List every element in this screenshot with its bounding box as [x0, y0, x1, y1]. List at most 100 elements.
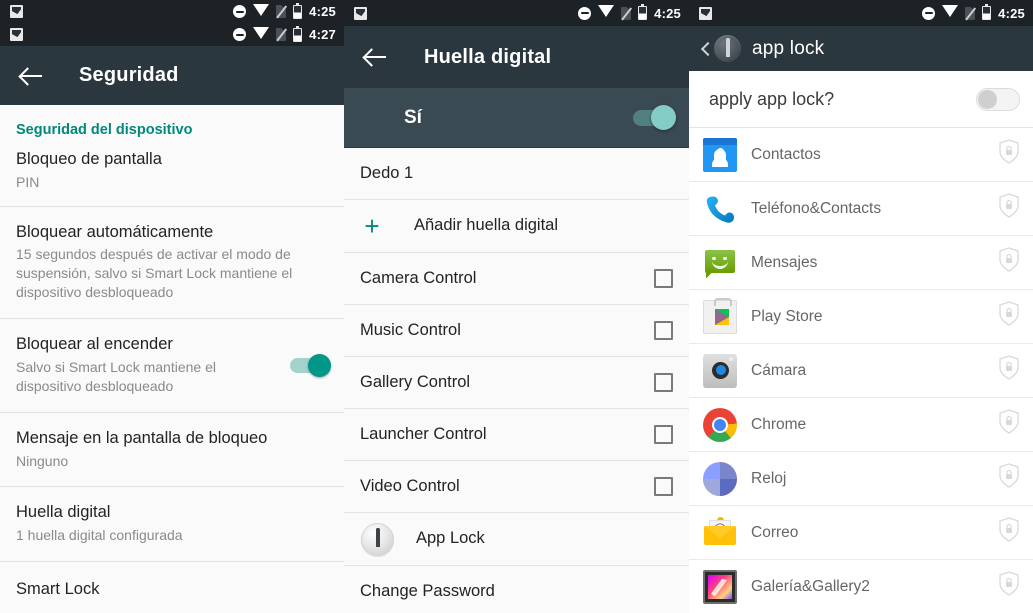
page-title: Seguridad: [79, 64, 179, 86]
checkbox-gallery-control[interactable]: [654, 373, 673, 392]
list-item-title: Gallery Control: [360, 372, 471, 391]
app-name: Teléfono&Contacts: [751, 199, 882, 217]
screenshot-icon: [10, 5, 23, 18]
shield-lock-icon[interactable]: [998, 247, 1020, 278]
list-item-subtitle: Ninguno: [16, 452, 69, 469]
list-item-reloj[interactable]: Reloj: [689, 452, 1033, 506]
shield-lock-icon[interactable]: [998, 355, 1020, 386]
multi-panel-screenshot: 4:25 4:27 Seguridad Seguridad del dispos…: [0, 0, 1033, 613]
app-name: Reloj: [751, 469, 787, 487]
list-item-title: Smart Lock: [16, 580, 100, 599]
shield-lock-icon[interactable]: [998, 409, 1020, 440]
checkbox-music-control[interactable]: [654, 321, 673, 340]
app-name: Correo: [751, 523, 799, 541]
list-item-mensaje-pantalla-bloqueo[interactable]: Mensaje en la pantalla de bloqueo Ningun…: [0, 412, 344, 487]
checkbox-video-control[interactable]: [654, 477, 673, 496]
list-item-title: Camera Control: [360, 268, 477, 287]
app-name: Chrome: [751, 415, 807, 433]
play-store-icon: [703, 297, 737, 334]
status-bar-right-icons-2: 4:27: [233, 25, 336, 44]
chevron-back-icon[interactable]: [698, 39, 712, 59]
screenshot-icon: [10, 28, 23, 41]
panel-seguridad: 4:25 4:27 Seguridad Seguridad del dispos…: [0, 0, 344, 613]
shield-lock-icon[interactable]: [998, 463, 1020, 494]
battery-icon: [638, 4, 648, 20]
page-title: Huella digital: [424, 45, 552, 68]
app-bar-huella-digital: Huella digital: [344, 26, 689, 88]
status-bar-left-icons: [699, 6, 712, 20]
fingerprint-enabled-row[interactable]: Sí: [344, 88, 689, 148]
list-item-mensajes[interactable]: Mensajes: [689, 236, 1033, 290]
status-bar-time-2: 4:27: [309, 27, 336, 42]
app-name: Mensajes: [751, 253, 818, 271]
list-item-anadir-huella-digital[interactable]: + Añadir huella digital: [344, 200, 689, 253]
status-bar-right-icons: 4:25: [233, 2, 336, 21]
status-bar-left-icons: [354, 6, 367, 20]
list-item-smart-lock[interactable]: Smart Lock: [0, 562, 344, 613]
status-bar-left-icons-2: [10, 28, 23, 41]
list-item-video-control[interactable]: Video Control: [344, 461, 689, 513]
list-item-subtitle: PIN: [16, 173, 40, 190]
battery-icon: [293, 25, 303, 42]
shield-lock-icon[interactable]: [998, 517, 1020, 548]
apply-app-lock-row[interactable]: apply app lock?: [689, 71, 1033, 128]
list-item-correo[interactable]: @ Correo: [689, 506, 1033, 560]
status-bar-row-1: 4:25: [0, 0, 344, 23]
shield-lock-icon[interactable]: [998, 193, 1020, 224]
list-item-launcher-control[interactable]: Launcher Control: [344, 409, 689, 461]
toggle-apply-app-lock[interactable]: [976, 87, 1020, 111]
list-item-dedo-1[interactable]: Dedo 1: [344, 148, 689, 200]
status-bar-row-2: 4:27: [0, 23, 344, 46]
lock-badge-icon: [714, 35, 741, 62]
back-arrow-icon[interactable]: [359, 40, 393, 74]
list-item-bloquear-al-encender[interactable]: Bloquear al encender Salvo si Smart Lock…: [0, 319, 344, 412]
status-bar: 4:25: [344, 0, 689, 26]
list-item-telefono-contacts[interactable]: Teléfono&Contacts: [689, 182, 1033, 236]
list-item-change-password[interactable]: Change Password: [344, 566, 689, 613]
dnd-icon: [233, 28, 247, 41]
wifi-icon: [253, 3, 270, 21]
list-item-music-control[interactable]: Music Control: [344, 305, 689, 357]
sim-crossed-icon: [621, 6, 632, 20]
sim-crossed-icon: [276, 5, 287, 18]
chrome-icon: [703, 407, 737, 442]
shield-lock-icon[interactable]: [998, 301, 1020, 332]
back-arrow-icon[interactable]: [15, 59, 49, 93]
fingerprint-list: Dedo 1 + Añadir huella digital Camera Co…: [344, 148, 689, 613]
fingerprint-enabled-label: Sí: [404, 106, 422, 128]
list-item-title: Bloquear al encender: [16, 335, 173, 354]
dnd-icon: [578, 6, 592, 20]
list-item-subtitle: 1 huella digital configurada: [16, 527, 183, 544]
list-item-bloquear-automaticamente[interactable]: Bloquear automáticamente 15 segundos des…: [0, 206, 344, 319]
list-item-gallery-control[interactable]: Gallery Control: [344, 357, 689, 409]
screenshot-icon: [699, 6, 712, 20]
status-bar-right-icons: 4:25: [922, 4, 1025, 22]
app-bar-seguridad: Seguridad: [0, 46, 344, 105]
shield-lock-icon[interactable]: [998, 571, 1020, 602]
list-item-play-store[interactable]: Play Store: [689, 290, 1033, 344]
toggle-bloquear-al-encender[interactable]: [290, 353, 331, 377]
messages-icon: [703, 246, 737, 280]
list-item-subtitle: Salvo si Smart Lock mantiene el disposit…: [16, 358, 216, 394]
list-item-contactos[interactable]: Contactos: [689, 128, 1033, 182]
list-item-huella-digital[interactable]: Huella digital 1 huella digital configur…: [0, 487, 344, 562]
list-item-app-lock[interactable]: App Lock: [344, 513, 689, 566]
list-item-camara[interactable]: Cámara: [689, 344, 1033, 398]
shield-lock-icon[interactable]: [998, 139, 1020, 170]
checkbox-launcher-control[interactable]: [654, 425, 673, 444]
wifi-icon: [942, 4, 959, 22]
phone-icon: [703, 192, 737, 226]
status-bar-time: 4:25: [998, 5, 1025, 21]
panel-app-lock: 4:25 app lock apply app lock? Contactos: [689, 0, 1033, 613]
list-item-title: Mensaje en la pantalla de bloqueo: [16, 428, 268, 447]
list-item-chrome[interactable]: Chrome: [689, 398, 1033, 452]
app-name: Contactos: [751, 145, 821, 163]
toggle-fingerprint-enabled[interactable]: [633, 104, 676, 130]
wifi-icon: [253, 26, 270, 44]
status-bar: 4:25: [689, 0, 1033, 26]
battery-icon: [982, 4, 992, 20]
list-item-bloqueo-de-pantalla[interactable]: Bloqueo de pantalla PIN: [0, 138, 344, 206]
list-item-galeria-gallery2[interactable]: Galería&Gallery2: [689, 560, 1033, 613]
checkbox-camera-control[interactable]: [654, 269, 673, 288]
list-item-camera-control[interactable]: Camera Control: [344, 253, 689, 305]
